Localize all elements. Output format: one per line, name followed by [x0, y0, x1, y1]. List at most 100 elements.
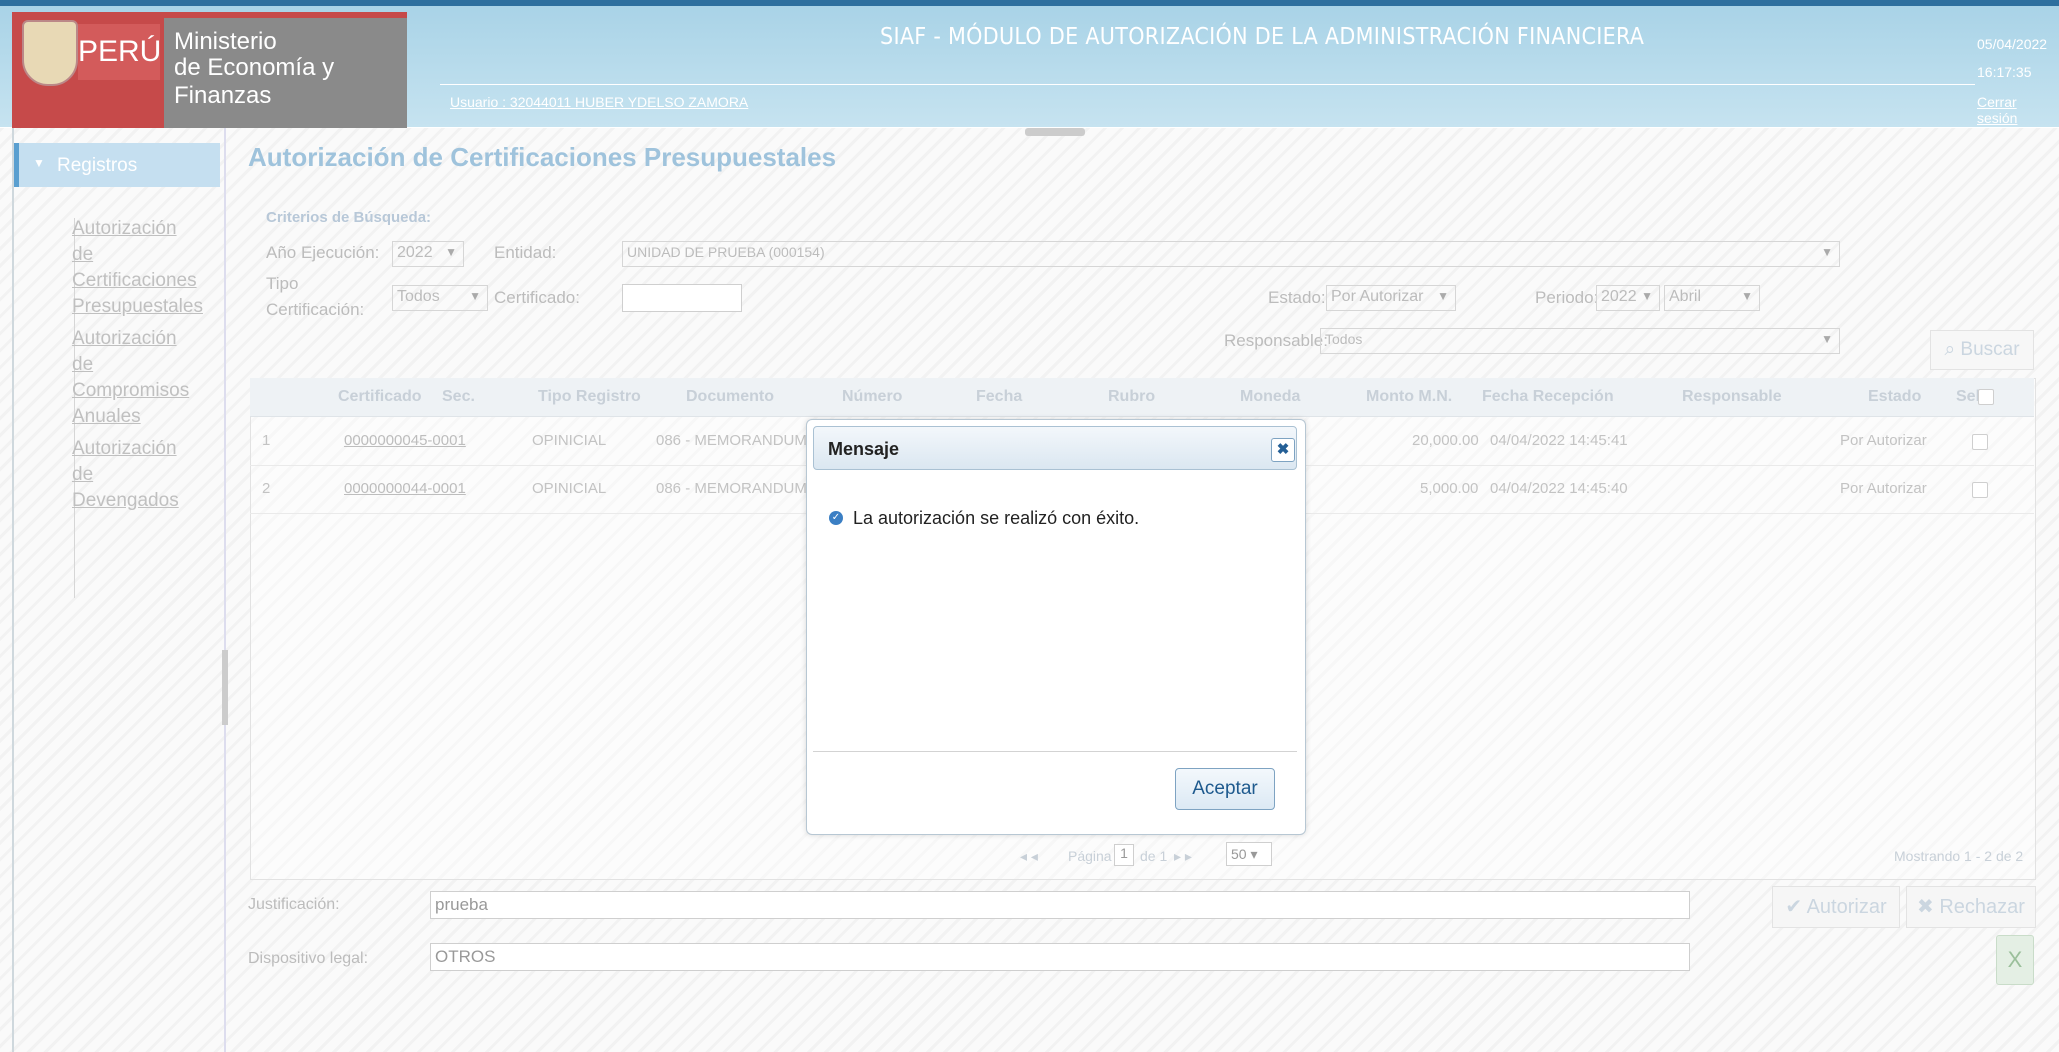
nav-text: de	[72, 244, 94, 265]
autorizar-label: Autorizar	[1806, 896, 1887, 918]
page-input[interactable]: 1	[1114, 844, 1134, 866]
app-header: PERÚ Ministerio de Economía y Finanzas S…	[0, 0, 2059, 130]
page-size-select[interactable]: 50 ▾	[1226, 842, 1272, 866]
row-checkbox[interactable]	[1972, 482, 1988, 498]
certificado-link[interactable]: 0000000044-0001	[344, 480, 466, 497]
header-divider	[440, 84, 1975, 85]
sidebar-item-devengados[interactable]: Autorización de Devengados	[72, 436, 212, 514]
col-fecha-recepcion[interactable]: Fecha Recepción	[1482, 388, 1614, 406]
select-all-checkbox[interactable]	[1978, 389, 1994, 405]
certificado-input[interactable]	[622, 284, 742, 312]
col-certificado[interactable]: Certificado	[338, 388, 422, 406]
excel-export-icon[interactable]: X	[1996, 935, 2034, 985]
row-number: 2	[262, 480, 271, 497]
nav-text: Anuales	[72, 406, 141, 427]
dialog-title: Mensaje	[828, 439, 900, 459]
periodo-label: Periodo:	[1535, 288, 1599, 307]
user-link[interactable]: Usuario : 32044011 HUBER YDELSO ZAMORA	[450, 94, 748, 110]
page-label: Página	[1068, 848, 1112, 864]
estado-select[interactable]: Por Autorizar ▼	[1326, 285, 1456, 311]
col-moneda[interactable]: Moneda	[1240, 388, 1300, 406]
col-monto[interactable]: Monto M.N.	[1366, 388, 1452, 406]
entidad-value: UNIDAD DE PRUEBA (000154)	[627, 244, 825, 260]
buscar-label: Buscar	[1960, 339, 2020, 360]
page-of-label: de 1	[1140, 848, 1168, 864]
documento-cell: 086 - MEMORANDUM	[656, 480, 807, 497]
tipo-value: Todos	[397, 288, 440, 305]
header-date: 05/04/2022	[1977, 36, 2048, 52]
autorizar-button[interactable]: ✔ Autorizar	[1772, 886, 1900, 928]
rechazar-label: Rechazar	[1939, 896, 2025, 918]
sidebar-title: Registros	[57, 155, 138, 176]
row-checkbox[interactable]	[1972, 434, 1988, 450]
justificacion-input[interactable]: prueba	[430, 891, 1690, 919]
col-rubro[interactable]: Rubro	[1108, 388, 1155, 406]
logo-line2: de Economía y Finanzas	[174, 54, 335, 109]
col-sel: Sel	[1956, 388, 1981, 405]
aceptar-button[interactable]: Aceptar	[1175, 768, 1275, 810]
monto-cell: 5,000.00	[1420, 480, 1479, 497]
panel-splitter-grip[interactable]	[222, 650, 228, 725]
row-number: 1	[262, 432, 271, 449]
app-title: SIAF - MÓDULO DE AUTORIZACIÓN DE LA ADMI…	[880, 24, 1645, 50]
estado-cell: Por Autorizar	[1840, 480, 1927, 497]
pager-prev-icons[interactable]: ◂ ◂	[1020, 848, 1038, 865]
header-time: 16:17:35	[1977, 64, 2032, 80]
responsable-select[interactable]: Todos ▼	[1320, 328, 1840, 354]
responsable-label: Responsable:	[1224, 331, 1328, 350]
message-dialog: Mensaje ✖ ✓ La autorización se realizó c…	[806, 419, 1306, 835]
logout-link[interactable]: Cerrar sesión	[1977, 94, 2059, 126]
chevron-down-icon: ▼	[1741, 289, 1753, 303]
anio-select[interactable]: 2022 ▼	[392, 241, 464, 267]
tipo-select[interactable]: Todos ▼	[392, 285, 488, 311]
tipo-registro-cell: OPINICIAL	[532, 432, 607, 449]
logo-ministry: Ministerio de Economía y Finanzas	[164, 18, 407, 130]
periodo-month-select[interactable]: Abril ▼	[1664, 285, 1760, 311]
dialog-titlebar[interactable]: Mensaje ✖	[813, 426, 1297, 470]
page-title: Autorización de Certificaciones Presupue…	[248, 142, 837, 172]
col-numero[interactable]: Número	[842, 388, 902, 406]
periodo-year-select[interactable]: 2022 ▼	[1596, 285, 1660, 311]
close-icon[interactable]: ✖	[1271, 438, 1295, 462]
buscar-button[interactable]: ⌕ Buscar	[1930, 330, 2034, 370]
logo-country: PERÚ	[78, 24, 161, 80]
monto-cell: 20,000.00	[1412, 432, 1479, 449]
dispositivo-input[interactable]: OTROS	[430, 943, 1690, 971]
header-splitter-grip[interactable]	[1025, 128, 1085, 136]
col-estado[interactable]: Estado	[1868, 388, 1921, 406]
col-sec[interactable]: Sec.	[442, 388, 475, 406]
nav-text: Certificaciones	[72, 270, 197, 291]
col-documento[interactable]: Documento	[686, 388, 774, 406]
pager-next-icons[interactable]: ▸ ▸	[1174, 848, 1192, 865]
anio-label: Año Ejecución:	[266, 243, 380, 262]
sidebar-item-certificaciones[interactable]: Autorización de Certificaciones Presupue…	[72, 216, 212, 320]
col-fecha[interactable]: Fecha	[976, 388, 1022, 406]
nav-text: Autorización	[72, 328, 177, 349]
chevron-down-icon: ▼	[1821, 245, 1833, 259]
tipo-label-2: Certificación:	[266, 300, 365, 319]
table-header: Certificado Sec. Tipo Registro Documento…	[250, 378, 2034, 417]
sidebar-header-registros[interactable]: ▼ Registros	[14, 143, 220, 187]
estado-label: Estado:	[1268, 288, 1326, 307]
chevron-down-icon: ▼	[445, 245, 457, 259]
dialog-divider	[813, 751, 1297, 752]
x-icon: ✖	[1917, 896, 1934, 918]
search-icon: ⌕	[1944, 339, 1956, 360]
entidad-select[interactable]: UNIDAD DE PRUEBA (000154) ▼	[622, 241, 1840, 267]
pager: ◂ ◂ Página 1 de 1 ▸ ▸ 50 ▾ Mostrando 1 -…	[250, 836, 2034, 876]
col-responsable[interactable]: Responsable	[1682, 388, 1782, 406]
fecha-recepcion-cell: 04/04/2022 14:45:40	[1490, 480, 1628, 497]
tipo-label-1: Tipo	[266, 274, 299, 293]
dispositivo-label: Dispositivo legal:	[248, 950, 369, 967]
periodo-year-value: 2022	[1601, 288, 1637, 305]
nav-text: Devengados	[72, 490, 179, 511]
fecha-recepcion-cell: 04/04/2022 14:45:41	[1490, 432, 1628, 449]
entidad-label: Entidad:	[494, 243, 557, 262]
collapse-triangle-icon: ▼	[33, 156, 45, 170]
mef-logo: PERÚ Ministerio de Economía y Finanzas	[12, 12, 407, 130]
rechazar-button[interactable]: ✖ Rechazar	[1906, 886, 2036, 928]
tipo-registro-cell: OPINICIAL	[532, 480, 607, 497]
certificado-link[interactable]: 0000000045-0001	[344, 432, 466, 449]
col-tipo-registro[interactable]: Tipo Registro	[538, 388, 641, 406]
sidebar-item-compromisos[interactable]: Autorización de Compromisos Anuales	[72, 326, 212, 430]
